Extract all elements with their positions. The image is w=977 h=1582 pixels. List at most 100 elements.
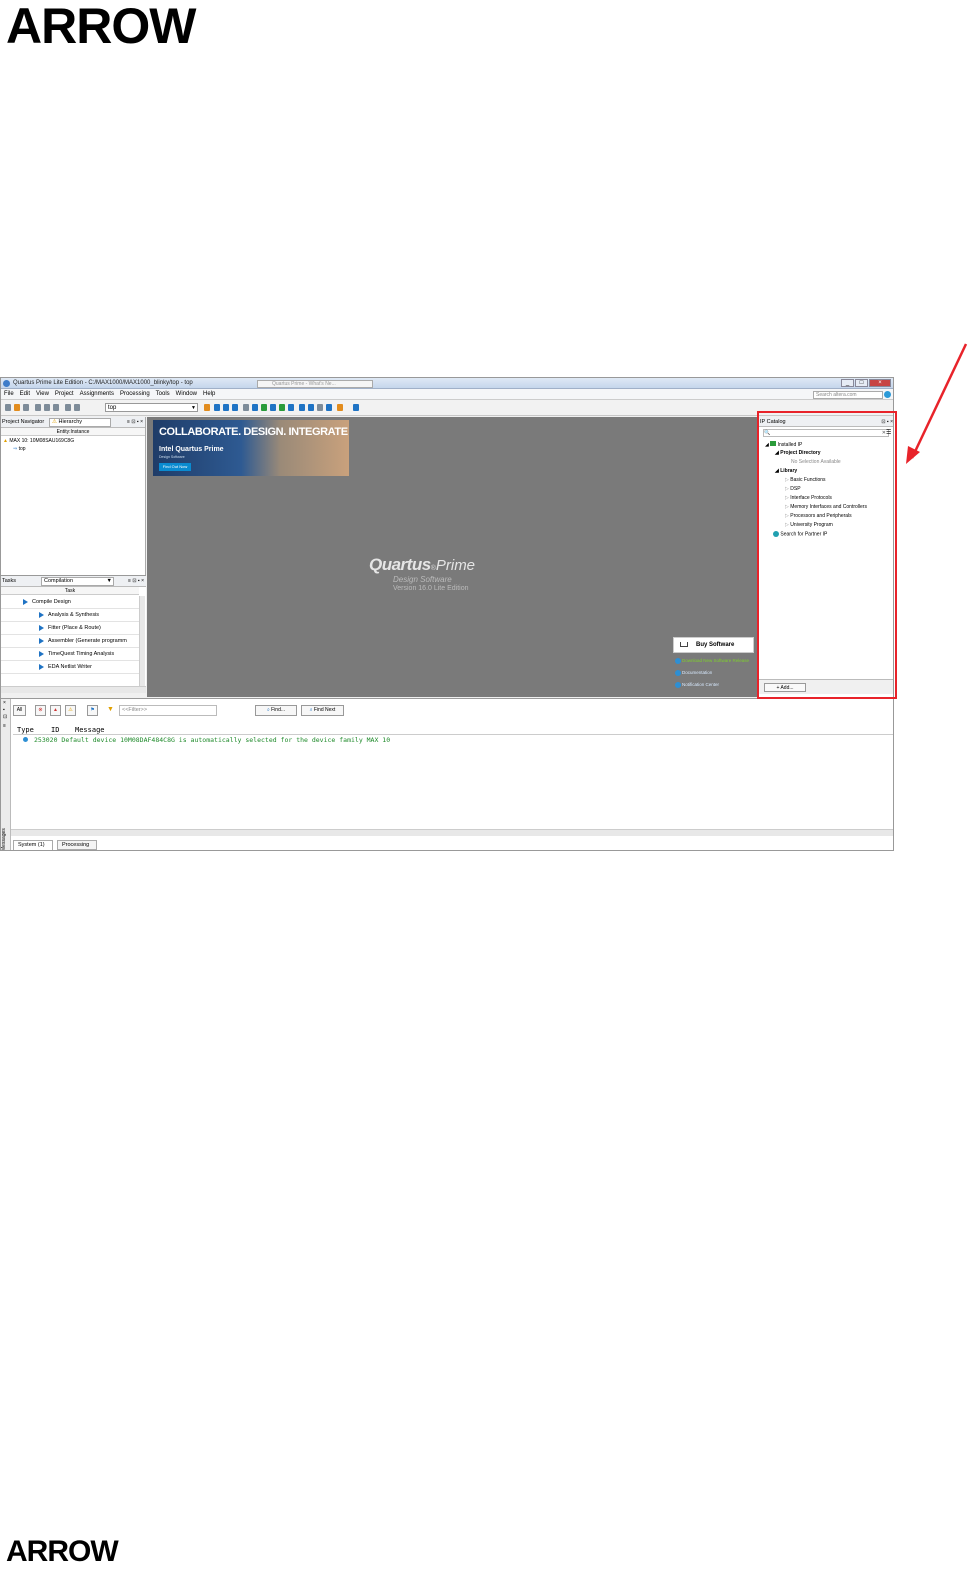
- type-column: Type: [17, 726, 34, 734]
- flow-select[interactable]: Compilation ▼: [41, 577, 114, 586]
- chip-planner-icon[interactable]: [214, 404, 220, 411]
- find-out-now-button[interactable]: Find Out Now: [159, 463, 191, 471]
- close-icon[interactable]: ×: [3, 700, 6, 706]
- menu-assignments[interactable]: Assignments: [77, 389, 117, 397]
- start-compilation-icon[interactable]: [252, 404, 258, 411]
- tab-system[interactable]: System (1): [13, 840, 53, 850]
- device-node[interactable]: ▲ MAX 10: 10M08SAU169C8G: [3, 437, 74, 445]
- task-column-header: Task: [1, 587, 139, 595]
- title-bar: Quartus Prime Lite Edition - C:/MAX1000/…: [1, 378, 893, 389]
- menu-project[interactable]: Project: [52, 389, 77, 397]
- pin-planner-icon[interactable]: [204, 404, 210, 411]
- menu-window[interactable]: Window: [173, 389, 200, 397]
- play-icon: [39, 650, 44, 657]
- tab-processing[interactable]: Processing: [57, 840, 97, 850]
- play-icon: [39, 637, 44, 644]
- suppress-icon[interactable]: ⚑: [87, 705, 98, 716]
- show-all-button[interactable]: All: [13, 705, 26, 716]
- play-icon: [39, 663, 44, 670]
- message-row[interactable]: 253020 Default device 10M08DAF484C8G is …: [13, 736, 390, 744]
- paste-icon[interactable]: [53, 404, 59, 411]
- binoculars-icon: ⌕: [309, 707, 313, 713]
- revision-select[interactable]: top ▼: [105, 403, 198, 412]
- programmer-icon[interactable]: [317, 404, 323, 411]
- pane-controls-icon[interactable]: ≡ ⊡ ▪ ×: [127, 419, 143, 425]
- cut-icon[interactable]: [35, 404, 41, 411]
- entity-column-header: Entity:Instance: [1, 428, 145, 436]
- minimize-button[interactable]: _: [841, 379, 854, 387]
- task-compile-design[interactable]: Compile Design: [1, 596, 139, 609]
- messages-horizontal-scrollbar[interactable]: [11, 829, 893, 836]
- settings-icon[interactable]: [223, 404, 229, 411]
- binoculars-icon: ⌕: [266, 707, 270, 713]
- rtl-viewer-icon[interactable]: [299, 404, 305, 411]
- analysis-icon[interactable]: [261, 404, 267, 411]
- collapse-icon[interactable]: ⊡: [3, 714, 7, 720]
- download-release-link[interactable]: Download New Software Release: [675, 658, 749, 664]
- task-assembler[interactable]: Assembler (Generate programm: [1, 635, 139, 648]
- notification-center-link[interactable]: Notification Center: [675, 682, 719, 688]
- menu-tools[interactable]: Tools: [153, 389, 173, 397]
- maximize-button[interactable]: □: [855, 379, 868, 387]
- task-analysis-synthesis[interactable]: Analysis & Synthesis: [1, 609, 139, 622]
- menu-processing[interactable]: Processing: [117, 389, 153, 397]
- top-entity-node[interactable]: ⇒ top: [13, 445, 26, 453]
- stop-icon[interactable]: [243, 404, 249, 411]
- altera-search-input[interactable]: Search altera.com: [813, 391, 883, 399]
- fitter-icon[interactable]: [270, 404, 276, 411]
- error-filter-icon[interactable]: ⊗: [35, 705, 46, 716]
- save-icon[interactable]: [23, 404, 29, 411]
- close-button[interactable]: ×: [869, 379, 891, 387]
- tasks-horizontal-scrollbar[interactable]: [1, 686, 146, 693]
- menu-bar: File Edit View Project Assignments Processing…: [1, 389, 893, 400]
- documentation-icon: [675, 670, 681, 676]
- redo-icon[interactable]: [74, 404, 80, 411]
- find-next-button[interactable]: ⌕ Find Next: [301, 705, 344, 716]
- signaltap-icon[interactable]: [308, 404, 314, 411]
- menu-file[interactable]: File: [1, 389, 17, 397]
- menu-edit[interactable]: Edit: [17, 389, 33, 397]
- quartus-app-icon: [3, 380, 10, 387]
- navigator-view-select[interactable]: ⚠ Hierarchy: [49, 418, 111, 427]
- critical-filter-icon[interactable]: ▲: [50, 705, 61, 716]
- open-file-icon[interactable]: [14, 404, 20, 411]
- tasks-header: Tasks Compilation ▼ ≡ ⊡ ▪ ×: [1, 576, 146, 587]
- float-icon[interactable]: ▪: [3, 707, 5, 713]
- promo-banner[interactable]: COLLABORATE. DESIGN. INTEGRATE Intel Qua…: [153, 420, 349, 476]
- warning-filter-icon[interactable]: ⚠: [65, 705, 76, 716]
- buy-software-button[interactable]: Buy Software: [673, 637, 754, 653]
- menu-icon[interactable]: ≡: [3, 723, 6, 729]
- documentation-link[interactable]: Documentation: [675, 670, 712, 676]
- message-text: Default device 10M08DAF484C8G is automat…: [61, 736, 391, 744]
- home-page: COLLABORATE. DESIGN. INTEGRATE Intel Qua…: [147, 417, 758, 697]
- messages-column-header: Type ID Message: [13, 726, 893, 735]
- task-fitter[interactable]: Fitter (Place & Route): [1, 622, 139, 635]
- entity-icon: ⇒: [13, 446, 18, 452]
- find-button[interactable]: ⌕ Find...: [255, 705, 297, 716]
- netlist-viewer-icon[interactable]: [288, 404, 294, 411]
- banner-product: Intel Quartus Prime: [159, 446, 224, 453]
- warning-icon: ▲: [3, 438, 8, 444]
- copy-icon[interactable]: [44, 404, 50, 411]
- timing-icon[interactable]: [279, 404, 285, 411]
- browser-tab[interactable]: Quartus Prime - What's Ne...: [257, 380, 373, 388]
- arrow-logo-bottom: ARROW: [6, 1535, 119, 1568]
- menu-view[interactable]: View: [33, 389, 52, 397]
- window-title: Quartus Prime Lite Edition - C:/MAX1000/…: [13, 380, 193, 386]
- task-timequest[interactable]: TimeQuest Timing Analysis: [1, 648, 139, 661]
- message-filter-input[interactable]: <<Filter>>: [119, 705, 217, 716]
- quartus-prime-logo: Quartus®Prime Design Software Version 16…: [369, 555, 476, 592]
- task-eda-netlist[interactable]: EDA Netlist Writer: [1, 661, 139, 674]
- ip-catalog-icon[interactable]: [326, 404, 332, 411]
- undo-icon[interactable]: [65, 404, 71, 411]
- play-icon: [23, 598, 28, 605]
- help-chat-icon[interactable]: [353, 404, 359, 411]
- new-file-icon[interactable]: [5, 404, 11, 411]
- tasks-vertical-scrollbar[interactable]: [139, 596, 145, 686]
- search-icon[interactable]: [884, 391, 891, 398]
- project-navigator-header: Project Navigator ⚠ Hierarchy ≡ ⊡ ▪ ×: [1, 417, 145, 428]
- platform-designer-icon[interactable]: [337, 404, 343, 411]
- assignment-editor-icon[interactable]: [232, 404, 238, 411]
- tasks-pane-controls-icon[interactable]: ≡ ⊡ ▪ ×: [128, 578, 144, 584]
- menu-help[interactable]: Help: [200, 389, 218, 397]
